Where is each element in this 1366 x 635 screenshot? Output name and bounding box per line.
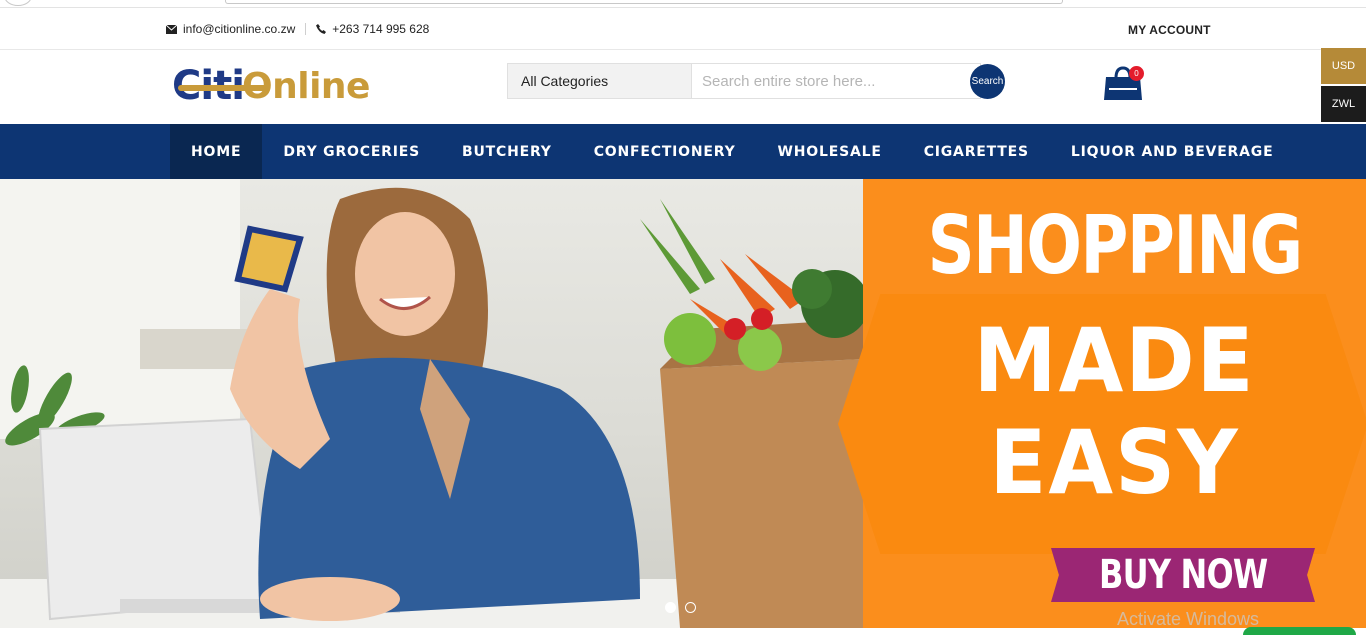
nav-item-confectionery[interactable]: CONFECTIONERY [573, 124, 757, 179]
my-account-link[interactable]: MY ACCOUNT [1128, 23, 1211, 37]
promo-line-shopping: SHOPPING [927, 199, 1303, 292]
browser-address-bar[interactable] [225, 0, 1063, 4]
promo-line-made: MADE [973, 309, 1256, 412]
contact-phone[interactable]: +263 714 995 628 [332, 22, 429, 36]
phone-icon [316, 24, 327, 34]
currency-usd[interactable]: USD [1321, 48, 1366, 84]
search-bar: All Categories Search [507, 63, 1007, 99]
hero-illustration [0, 179, 869, 628]
slider-dot-2[interactable] [685, 602, 696, 613]
hero-photo [0, 179, 869, 628]
promo-panel: SHOPPING MADE EASY BUY NOW Activate Wind… [838, 179, 1366, 628]
envelope-icon [166, 24, 177, 34]
nav-item-cigarettes[interactable]: CIGARETTES [903, 124, 1050, 179]
promo-line-easy: EASY [989, 411, 1240, 514]
currency-switcher: USD ZWL [1321, 48, 1366, 124]
buy-now-button[interactable]: BUY NOW [1051, 548, 1315, 602]
slider-dot-1[interactable] [665, 602, 676, 613]
nav-item-dry-groceries[interactable]: DRY GROCERIES [262, 124, 441, 179]
search-input[interactable] [691, 63, 981, 99]
search-button[interactable]: Search [970, 64, 1005, 99]
site-logo[interactable]: Citi Online [172, 63, 370, 109]
buy-now-label: BUY NOW [1098, 552, 1268, 598]
hero-slider[interactable]: SHOPPING MADE EASY BUY NOW Activate Wind… [0, 179, 1366, 628]
category-select[interactable]: All Categories [507, 63, 692, 99]
logo-online: Online [242, 66, 370, 107]
browser-back-button[interactable] [4, 0, 32, 6]
windows-activation-watermark: Activate Windows [1117, 609, 1260, 628]
currency-zwl[interactable]: ZWL [1321, 86, 1366, 122]
header: Citi Online All Categories Search 0 [0, 50, 1366, 124]
main-nav: HOME DRY GROCERIES BUTCHERY CONFECTIONER… [0, 124, 1366, 179]
nav-item-wholesale[interactable]: WHOLESALE [757, 124, 903, 179]
slider-dots [665, 602, 705, 613]
divider [305, 23, 307, 35]
browser-chrome-strip [0, 0, 1366, 8]
chat-widget-tab[interactable] [1243, 627, 1356, 635]
cart-button[interactable]: 0 [1103, 64, 1144, 102]
nav-item-butchery[interactable]: BUTCHERY [441, 124, 573, 179]
contact-info: info@citionline.co.zw +263 714 995 628 [166, 22, 429, 36]
contact-email[interactable]: info@citionline.co.zw [183, 22, 295, 36]
cart-count-badge: 0 [1129, 66, 1144, 81]
top-bar: info@citionline.co.zw +263 714 995 628 M… [0, 8, 1366, 50]
nav-item-home[interactable]: HOME [170, 124, 263, 179]
nav-item-liquor-and-beverage[interactable]: LIQUOR AND BEVERAGE [1050, 124, 1295, 179]
